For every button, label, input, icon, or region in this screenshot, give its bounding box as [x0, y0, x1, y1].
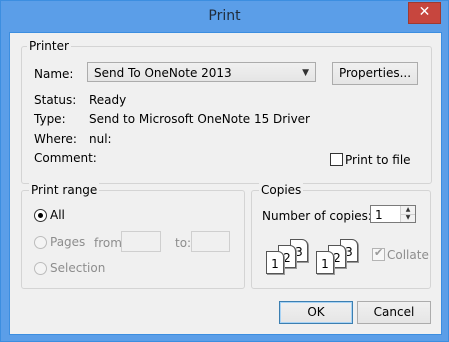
dialog-client-area: Printer Name: Send To OneNote 2013 ▼ Pro… — [9, 32, 442, 335]
pages-radio[interactable] — [34, 236, 47, 249]
printer-group-legend: Printer — [27, 39, 71, 53]
copies-spinner[interactable]: 1 ▲ ▼ — [370, 205, 416, 223]
properties-button[interactable]: Properties... — [332, 62, 418, 85]
selection-radio[interactable] — [34, 262, 47, 275]
print-to-file-checkbox[interactable] — [330, 153, 343, 166]
dropdown-arrow-icon: ▼ — [302, 68, 309, 78]
number-of-copies-label: Number of copies: — [262, 209, 372, 223]
cancel-button[interactable]: Cancel — [357, 301, 431, 324]
to-page-field[interactable] — [191, 231, 230, 252]
comment-label: Comment: — [34, 151, 97, 165]
printer-name-select[interactable]: Send To OneNote 2013 ▼ — [87, 62, 316, 82]
collate-page: 1 — [316, 251, 334, 274]
collate-checkbox[interactable]: ✔ — [372, 246, 385, 261]
pages-label[interactable]: Pages — [50, 235, 85, 249]
close-icon[interactable]: ✕ — [419, 4, 431, 20]
print-dialog-window: Print ✕ Printer Name: Send To OneNote 20… — [0, 0, 449, 342]
to-label: to: — [175, 236, 192, 250]
window-title: Print — [208, 8, 241, 24]
selection-label[interactable]: Selection — [50, 261, 105, 275]
all-label[interactable]: All — [50, 208, 65, 222]
where-value: nul: — [89, 132, 112, 146]
copies-value[interactable]: 1 — [375, 208, 383, 222]
collate-label[interactable]: Collate — [387, 248, 429, 262]
close-button[interactable]: ✕ — [408, 2, 441, 24]
title-bar[interactable]: Print ✕ — [1, 1, 448, 33]
print-range-legend: Print range — [29, 183, 100, 197]
status-value: Ready — [89, 93, 127, 107]
type-label: Type: — [34, 112, 66, 126]
where-label: Where: — [34, 132, 77, 146]
collate-page: 1 — [266, 251, 284, 274]
print-to-file-label[interactable]: Print to file — [345, 153, 411, 167]
copies-spin-buttons[interactable]: ▲ ▼ — [400, 206, 415, 222]
type-value: Send to Microsoft OneNote 15 Driver — [89, 112, 310, 126]
printer-name-value: Send To OneNote 2013 — [94, 66, 232, 80]
ok-button[interactable]: OK — [279, 301, 353, 324]
from-page-field[interactable] — [121, 231, 161, 252]
spin-down-icon[interactable]: ▼ — [401, 214, 415, 222]
name-label: Name: — [34, 67, 74, 81]
copies-legend: Copies — [259, 183, 304, 197]
status-label: Status: — [34, 93, 77, 107]
checkmark-icon: ✔ — [374, 246, 384, 259]
all-radio[interactable] — [34, 209, 47, 222]
